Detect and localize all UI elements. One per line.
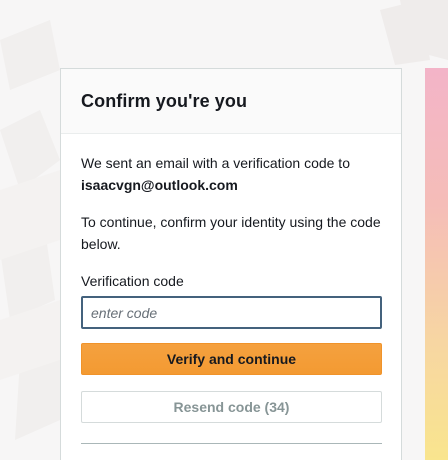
card-body: We sent an email with a verification cod… [61,134,401,444]
card-header: Confirm you're you [61,69,401,134]
verification-code-label: Verification code [81,273,184,289]
verification-code-input[interactable] [81,296,382,329]
resend-code-button[interactable]: Resend code (34) [81,391,382,423]
verify-continue-button[interactable]: Verify and continue [81,343,382,375]
email-sent-text: We sent an email with a verification cod… [81,155,350,171]
page-title: Confirm you're you [81,90,248,111]
recipient-email: isaacvgn@outlook.com [81,177,238,193]
decorative-gradient-panel [425,68,448,460]
confirm-identity-card: Confirm you're you We sent an email with… [60,68,402,460]
instruction-text: To continue, confirm your identity using… [81,214,381,252]
email-sent-message: We sent an email with a verification cod… [81,152,381,196]
divider [81,443,382,444]
